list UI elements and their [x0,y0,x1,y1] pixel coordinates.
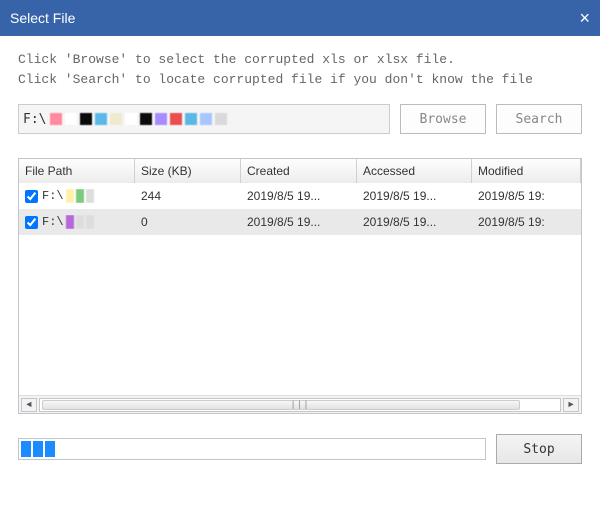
file-path-input[interactable]: F:\ [18,104,390,134]
table-row[interactable]: F:\2442019/8/5 19...2019/8/5 19...2019/8… [19,183,581,209]
scroll-left-icon[interactable]: ◄ [21,398,37,412]
row-checkbox[interactable] [25,216,38,229]
stop-button[interactable]: Stop [496,434,582,464]
progress-segment [33,441,43,457]
cell-accessed: 2019/8/5 19... [357,215,472,229]
row-checkbox[interactable] [25,190,38,203]
cell-file-path: F:\ [19,215,135,229]
row-path-prefix: F:\ [42,215,64,229]
row-path-blurred [66,215,94,229]
scroll-right-icon[interactable]: ► [563,398,579,412]
select-file-dialog: Select File × Click 'Browse' to select t… [0,0,600,530]
progress-bar [18,438,486,460]
instructions: Click 'Browse' to select the corrupted x… [18,50,582,90]
col-modified[interactable]: Modified [472,159,581,183]
file-results-table: File Path Size (KB) Created Accessed Mod… [18,158,582,414]
cell-modified: 2019/8/5 19: [472,215,581,229]
col-accessed[interactable]: Accessed [357,159,472,183]
table-body: F:\2442019/8/5 19...2019/8/5 19...2019/8… [19,183,581,395]
col-size[interactable]: Size (KB) [135,159,241,183]
row-path-blurred [66,189,94,203]
scroll-track[interactable]: ||| [39,398,561,412]
instruction-line-1: Click 'Browse' to select the corrupted x… [18,50,582,70]
scroll-thumb[interactable] [42,400,520,410]
cell-created: 2019/8/5 19... [241,215,357,229]
cell-size: 0 [135,215,241,229]
col-created[interactable]: Created [241,159,357,183]
file-path-blurred-content [50,110,385,128]
titlebar: Select File × [0,0,600,36]
progress-segment [45,441,55,457]
horizontal-scrollbar[interactable]: ◄ ||| ► [19,395,581,413]
close-icon[interactable]: × [550,8,590,29]
window-title: Select File [10,10,550,26]
table-row[interactable]: F:\02019/8/5 19...2019/8/5 19...2019/8/5… [19,209,581,235]
row-path-prefix: F:\ [42,189,64,203]
cell-file-path: F:\ [19,189,135,203]
instruction-line-2: Click 'Search' to locate corrupted file … [18,70,582,90]
cell-accessed: 2019/8/5 19... [357,189,472,203]
file-path-prefix: F:\ [23,112,50,127]
cell-size: 244 [135,189,241,203]
cell-modified: 2019/8/5 19: [472,189,581,203]
browse-button[interactable]: Browse [400,104,486,134]
table-header: File Path Size (KB) Created Accessed Mod… [19,159,581,183]
progress-segment [21,441,31,457]
cell-created: 2019/8/5 19... [241,189,357,203]
scroll-grip-icon: ||| [290,400,309,410]
search-button[interactable]: Search [496,104,582,134]
col-file-path[interactable]: File Path [19,159,135,183]
